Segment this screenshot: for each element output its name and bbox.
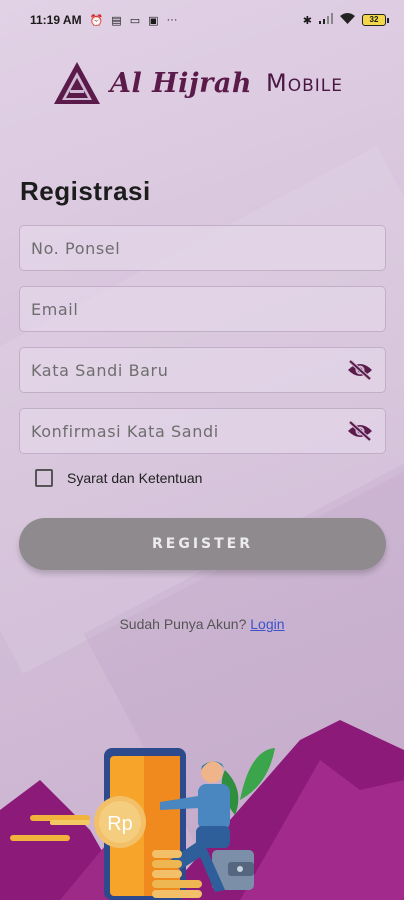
- eye-off-icon[interactable]: [346, 417, 374, 445]
- status-right: ✱ 32: [302, 13, 389, 27]
- notification-icon: ▣: [148, 14, 159, 27]
- confirm-password-input[interactable]: [31, 421, 346, 441]
- stripe: [10, 835, 70, 841]
- coin-stack: [152, 870, 182, 878]
- signal-icon: [319, 13, 333, 27]
- new-password-input[interactable]: [31, 360, 346, 380]
- status-left: 11:19 AM ⏰ ▤ ▭ ▣ ···: [30, 13, 178, 27]
- more-icon: ···: [166, 14, 178, 26]
- logo-mobile-text: Mobile: [266, 69, 343, 97]
- login-link[interactable]: Login: [250, 616, 284, 632]
- email-field[interactable]: [19, 286, 386, 332]
- message-icon: ▤: [111, 14, 122, 27]
- wifi-icon: [340, 13, 355, 27]
- login-prompt-row: Sudah Punya Akun? Login: [0, 616, 404, 632]
- battery-icon: 32: [362, 14, 389, 26]
- alarm-icon: ⏰: [89, 14, 104, 27]
- login-prompt: Sudah Punya Akun?: [119, 616, 247, 632]
- finance-illustration: Rp: [0, 720, 404, 900]
- coin-label: Rp: [107, 813, 133, 835]
- terms-label[interactable]: Syarat dan Ketentuan: [67, 470, 202, 486]
- terms-checkbox[interactable]: [35, 469, 53, 487]
- eye-off-icon[interactable]: [346, 356, 374, 384]
- register-button[interactable]: REGISTER: [19, 518, 386, 570]
- coin-stack: [176, 880, 202, 888]
- bluetooth-icon: ✱: [302, 14, 312, 27]
- stripe: [50, 820, 90, 825]
- logo-script-text: Al Hijrah: [110, 67, 252, 99]
- status-time: 11:19 AM: [30, 13, 82, 27]
- new-password-field[interactable]: [19, 347, 386, 393]
- terms-row: Syarat dan Ketentuan: [35, 469, 202, 487]
- coin-stack: [152, 860, 182, 868]
- coin-stack: [152, 850, 182, 858]
- email-input[interactable]: [31, 299, 374, 319]
- phone-input[interactable]: [31, 238, 374, 258]
- app-logo: Al Hijrah Mobile: [52, 58, 372, 108]
- phone-field[interactable]: [19, 225, 386, 271]
- status-bar: 11:19 AM ⏰ ▤ ▭ ▣ ··· ✱ 32: [0, 0, 404, 40]
- coin-stack: [176, 890, 202, 898]
- laptop-icon: ▭: [129, 14, 141, 27]
- confirm-password-field[interactable]: [19, 408, 386, 454]
- person-head: [201, 761, 223, 783]
- brand-emblem-icon: [54, 62, 100, 104]
- person-body: [198, 784, 230, 830]
- page-title: Registrasi: [20, 176, 151, 206]
